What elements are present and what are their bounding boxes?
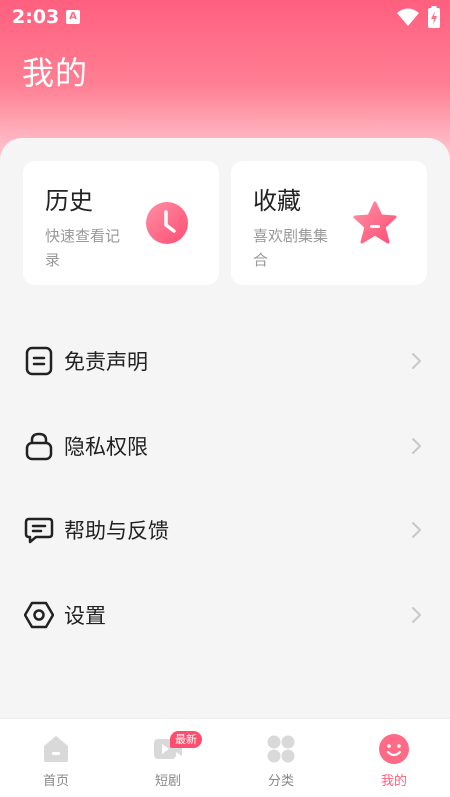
menu-item-disclaimer[interactable]: 免责声明 <box>0 331 450 391</box>
nav-label: 首页 <box>42 774 69 789</box>
status-time: 2:03 <box>12 6 60 28</box>
wifi-icon <box>397 8 419 26</box>
battery-icon <box>428 6 440 28</box>
chevron-right-icon <box>412 607 421 623</box>
chevron-right-icon <box>412 353 421 369</box>
menu-item-settings[interactable]: 设置 <box>0 585 450 645</box>
chevron-right-icon <box>412 438 421 454</box>
nav-tab-shorts[interactable]: 最新 短剧 <box>112 719 224 797</box>
nav-label: 我的 <box>380 774 407 789</box>
favorite-card[interactable]: 收藏 喜欢剧集集合 <box>231 161 427 285</box>
nav-tab-mine[interactable]: 我的 <box>338 719 450 797</box>
card-subtitle: 喜欢剧集集合 <box>253 227 329 269</box>
content-panel: 历史 快速查看记录 收藏 喜欢剧集集合 免责声明 隐私权限 帮助与反馈 设置 <box>0 138 450 720</box>
menu-label: 隐私权限 <box>64 435 148 459</box>
home-icon <box>44 736 68 762</box>
card-title: 历史 <box>45 187 93 215</box>
menu-item-privacy[interactable]: 隐私权限 <box>0 416 450 476</box>
grid-icon <box>267 735 295 763</box>
profile-icon <box>379 734 409 764</box>
menu-label: 帮助与反馈 <box>64 519 169 543</box>
message-icon <box>24 517 54 544</box>
clock-icon <box>146 202 188 244</box>
menu-item-help-feedback[interactable]: 帮助与反馈 <box>0 500 450 560</box>
lock-icon <box>25 432 53 461</box>
document-icon <box>25 346 53 376</box>
settings-icon <box>24 601 54 629</box>
new-badge: 最新 <box>170 731 202 748</box>
card-title: 收藏 <box>253 187 301 215</box>
card-subtitle: 快速查看记录 <box>45 227 121 269</box>
bottom-nav: 首页 最新 短剧 分类 我的 <box>0 718 450 797</box>
chevron-right-icon <box>412 522 421 538</box>
star-icon <box>353 201 397 244</box>
page-title: 我的 <box>22 54 89 92</box>
nav-label: 分类 <box>267 774 294 789</box>
notification-icon: A <box>66 10 80 24</box>
nav-label: 短剧 <box>154 774 181 789</box>
status-bar: 2:03 A <box>0 0 450 34</box>
nav-tab-category[interactable]: 分类 <box>225 719 337 797</box>
menu-label: 免责声明 <box>64 350 148 374</box>
nav-tab-home[interactable]: 首页 <box>0 719 112 797</box>
history-card[interactable]: 历史 快速查看记录 <box>23 161 219 285</box>
menu-label: 设置 <box>64 604 106 628</box>
